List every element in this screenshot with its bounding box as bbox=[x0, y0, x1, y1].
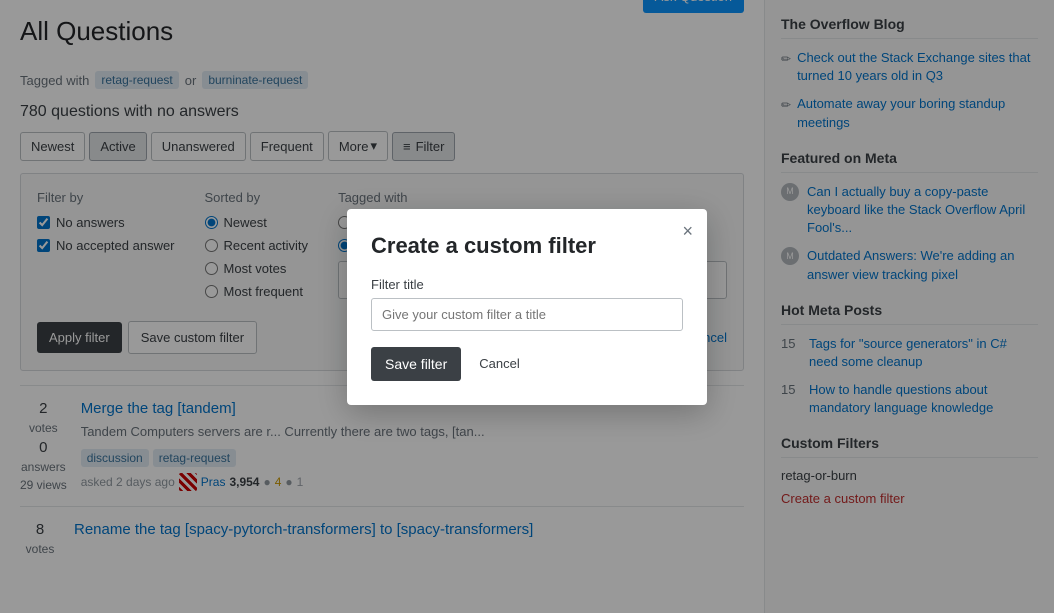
modal-cancel-button[interactable]: Cancel bbox=[469, 348, 529, 379]
modal-title: Create a custom filter bbox=[371, 233, 683, 259]
modal-close-button[interactable]: × bbox=[682, 221, 693, 242]
filter-title-label: Filter title bbox=[371, 277, 683, 292]
modal-actions: Save filter Cancel bbox=[371, 347, 683, 381]
filter-title-input[interactable] bbox=[371, 298, 683, 331]
modal-overlay: × Create a custom filter Filter title Sa… bbox=[0, 0, 1054, 613]
save-filter-button[interactable]: Save filter bbox=[371, 347, 461, 381]
custom-filter-modal: × Create a custom filter Filter title Sa… bbox=[347, 209, 707, 405]
